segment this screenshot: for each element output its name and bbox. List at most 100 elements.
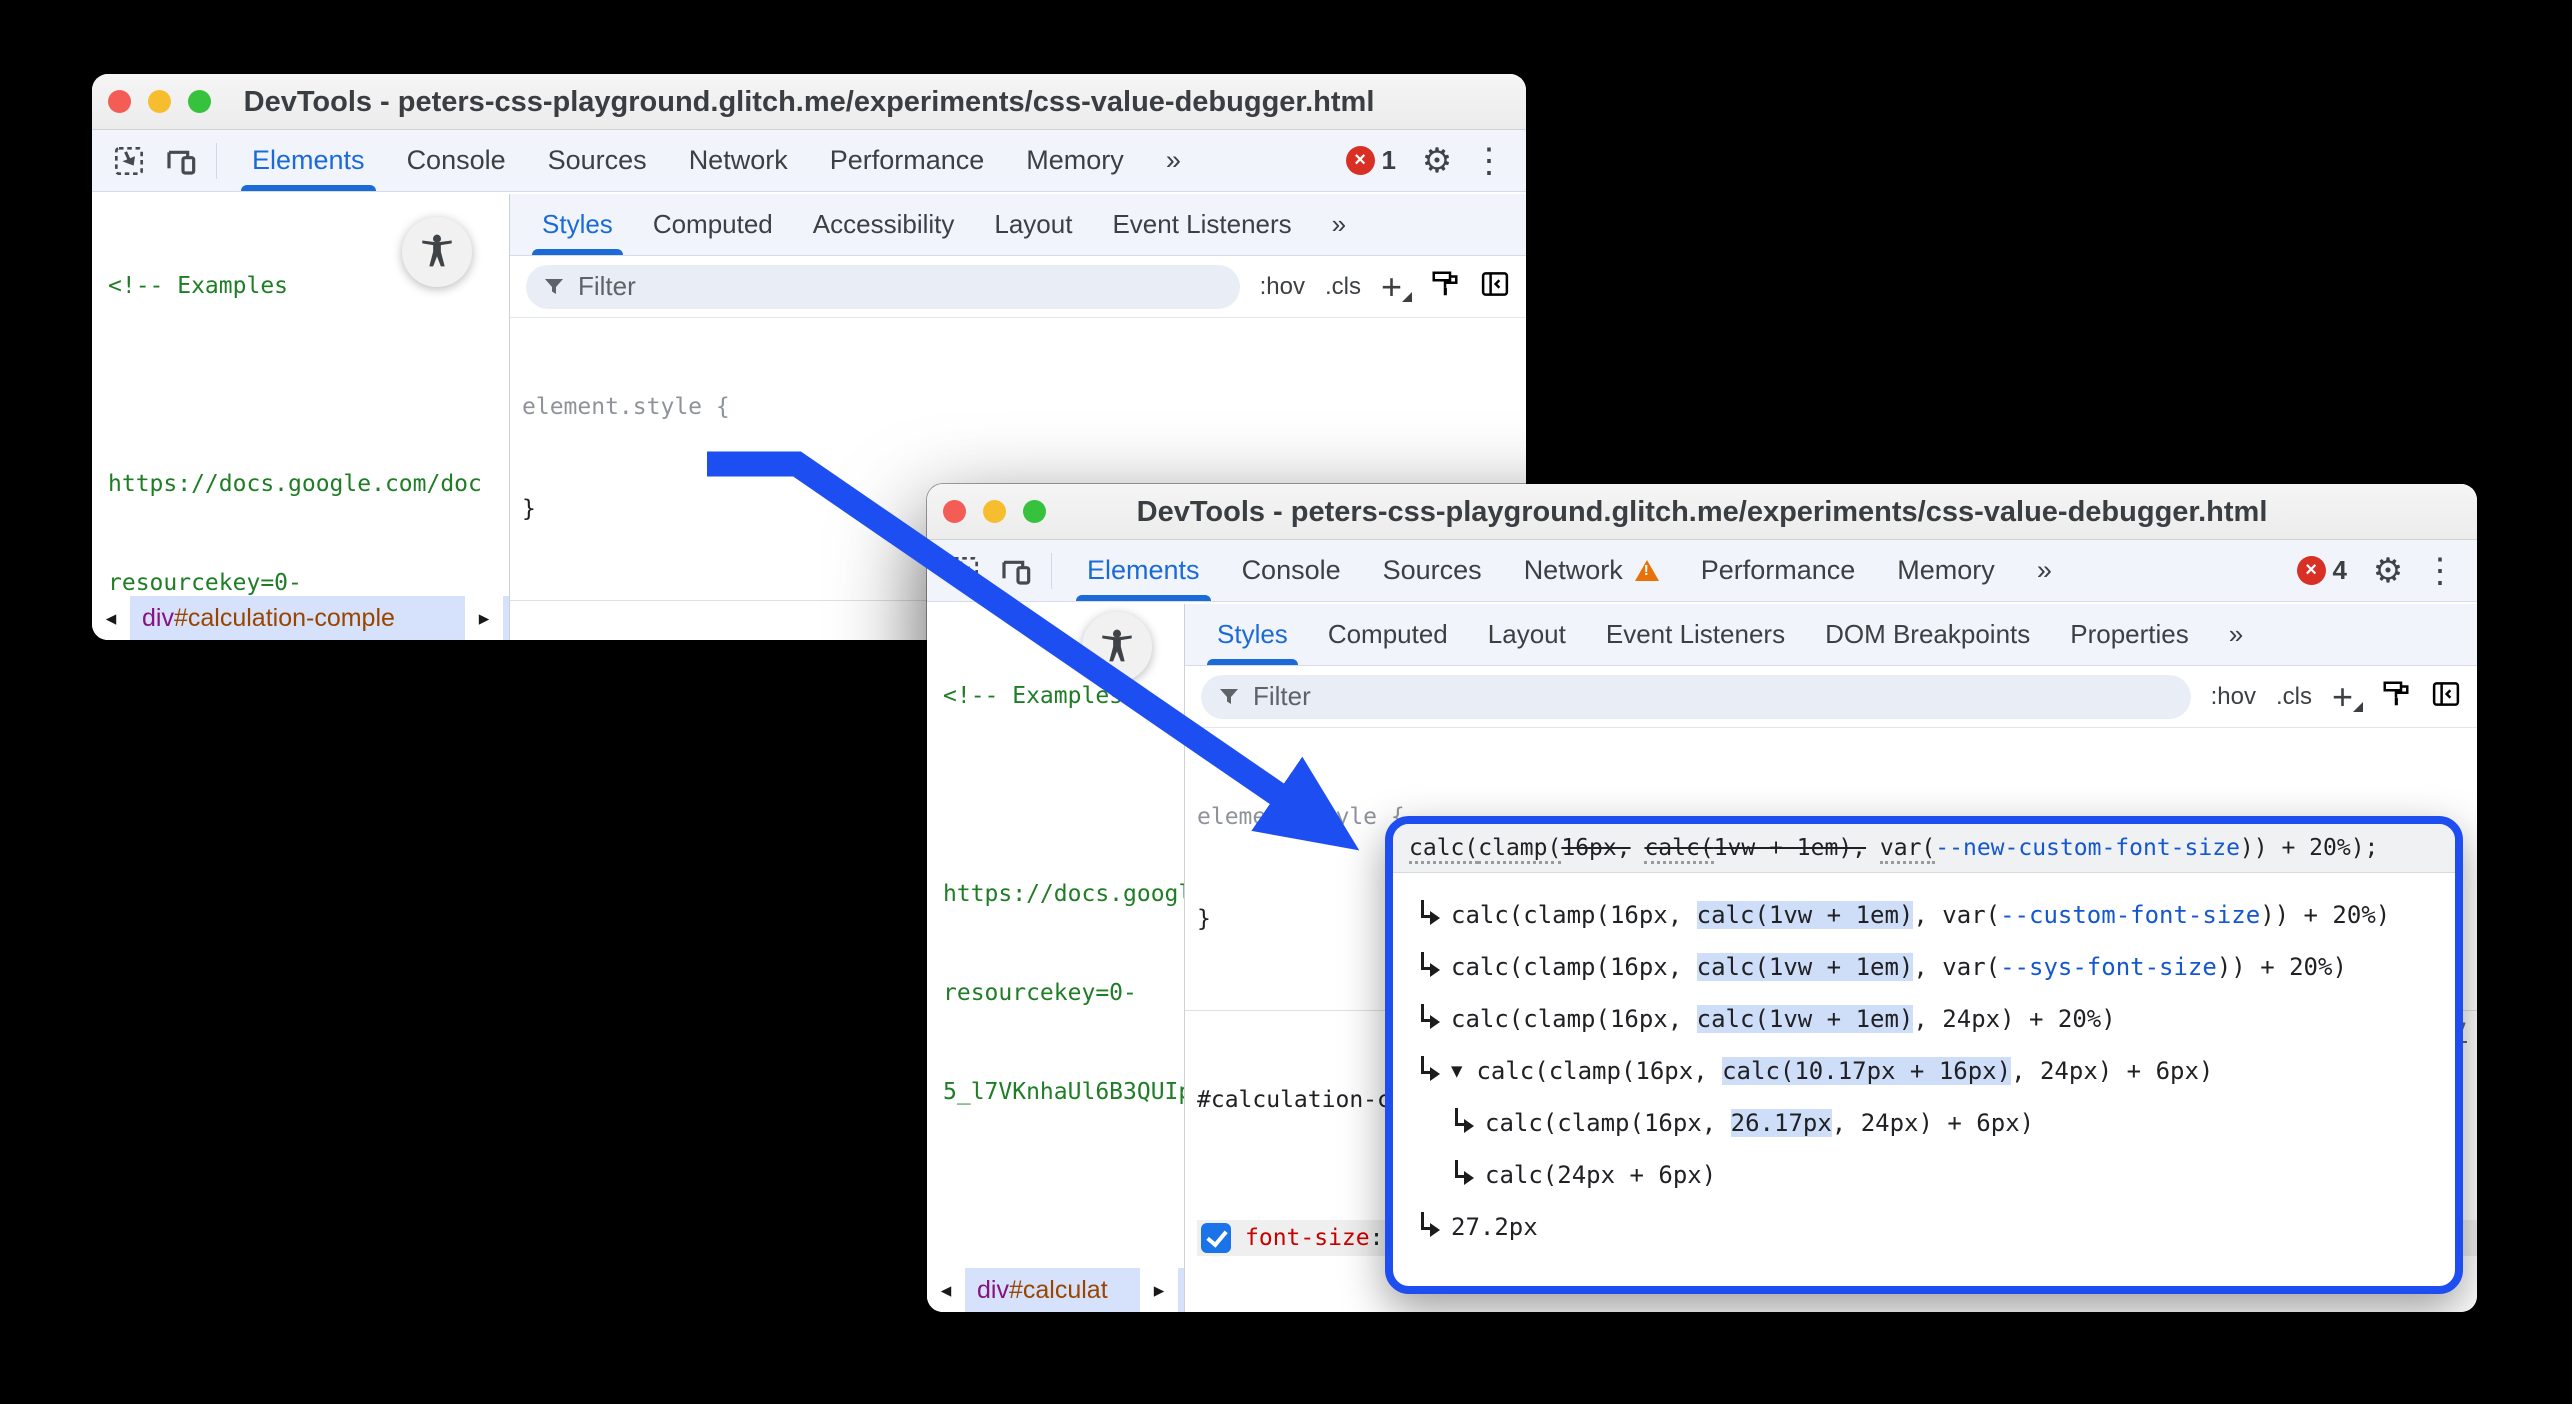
styles-filter-input[interactable]: Filter (526, 265, 1240, 309)
tab-computed[interactable]: Computed (633, 194, 793, 255)
error-count: 4 (2333, 555, 2347, 586)
dom-line[interactable]: 5_l7VKnhaUl6B3QUIpTR6g&tab= (943, 1076, 1184, 1109)
tab-sources[interactable]: Sources (527, 130, 668, 191)
toggle-hover-state-button[interactable]: :hov (1260, 273, 1305, 301)
accessibility-icon (1082, 612, 1152, 682)
more-tabs-button[interactable]: » (2016, 540, 2073, 601)
tab-computed[interactable]: Computed (1308, 604, 1468, 665)
tab-properties[interactable]: Properties (2050, 604, 2209, 665)
dom-line (108, 369, 509, 402)
window-title: DevTools - peters-css-playground.glitch.… (92, 74, 1526, 129)
toggle-class-button[interactable]: .cls (2276, 683, 2312, 711)
substitution-arrow-icon (1421, 1056, 1435, 1074)
accessibility-icon (402, 217, 472, 287)
dom-line (943, 1175, 1184, 1208)
rendering-emulation-icon[interactable] (1430, 269, 1460, 304)
kebab-menu-icon[interactable]: ⋮ (2419, 551, 2461, 591)
substitution-arrow-icon (1421, 952, 1435, 970)
dom-tree-pane: <!-- Examples https://docs.google.com/do… (927, 604, 1185, 1312)
tab-dom-breakpoints[interactable]: DOM Breakpoints (1805, 604, 2050, 665)
toolbar-divider (1051, 553, 1052, 589)
tab-console[interactable]: Console (1221, 540, 1362, 601)
tab-event-listeners[interactable]: Event Listeners (1092, 194, 1311, 255)
titlebar: DevTools - peters-css-playground.glitch.… (92, 74, 1526, 130)
breadcrumb-prev-icon[interactable]: ◂ (92, 596, 130, 640)
breadcrumb[interactable]: div#calculat (977, 1276, 1108, 1305)
trace-step[interactable]: calc(clamp(16px, 26.17px, 24px) + 6px) (1421, 1097, 2455, 1149)
error-badge[interactable]: × 4 (2297, 555, 2347, 586)
rendering-emulation-icon[interactable] (2381, 679, 2411, 714)
dom-line[interactable]: https://docs.google.com/doc (108, 468, 509, 501)
new-style-rule-button[interactable]: + (1381, 269, 1410, 305)
css-value-trace-popup: calc(clamp(16px, calc(1vw + 1em), var(--… (1385, 816, 2463, 1294)
tab-accessibility[interactable]: Accessibility (793, 194, 975, 255)
evaluation-trace-list: calc(clamp(16px, calc(1vw + 1em), var(--… (1393, 873, 2455, 1253)
trace-step[interactable]: calc(24px + 6px) (1421, 1149, 2455, 1201)
device-toolbar-icon[interactable] (995, 550, 1037, 592)
trace-step[interactable]: calc(clamp(16px, calc(1vw + 1em), 24px) … (1421, 993, 2455, 1045)
tab-elements[interactable]: Elements (231, 130, 386, 191)
tab-layout[interactable]: Layout (974, 194, 1092, 255)
sidebar-toggle-icon[interactable] (2431, 679, 2461, 714)
trace-step-expandable[interactable]: ▼calc(clamp(16px, calc(10.17px + 16px), … (1421, 1045, 2455, 1097)
breadcrumb-next-icon[interactable]: ▸ (1140, 1268, 1178, 1312)
trace-step[interactable]: calc(clamp(16px, calc(1vw + 1em), var(--… (1421, 941, 2455, 993)
styles-filter-input[interactable]: Filter (1201, 675, 2191, 719)
tab-layout[interactable]: Layout (1468, 604, 1586, 665)
tab-network[interactable]: Network (1503, 540, 1680, 601)
css-value-input[interactable]: calc(clamp(16px, calc(1vw + 1em), var(--… (1393, 824, 2455, 873)
breadcrumb[interactable]: div#calculation-comple (142, 604, 395, 633)
toggle-class-button[interactable]: .cls (1325, 273, 1361, 301)
trace-result[interactable]: 27.2px (1421, 1201, 2455, 1253)
substitution-arrow-icon (1421, 1212, 1435, 1230)
tab-memory[interactable]: Memory (1876, 540, 2016, 601)
dom-line (943, 779, 1184, 812)
dom-line[interactable]: https://docs.google.com/doc (943, 878, 1184, 911)
kebab-menu-icon[interactable]: ⋮ (1468, 141, 1510, 181)
dom-line[interactable]: <!-- Examples (943, 680, 1184, 713)
window-title: DevTools - peters-css-playground.glitch.… (927, 484, 2477, 539)
tab-sources[interactable]: Sources (1362, 540, 1503, 601)
tab-console[interactable]: Console (386, 130, 527, 191)
screenshot-canvas: DevTools - peters-css-playground.glitch.… (0, 0, 2572, 1404)
settings-gear-icon[interactable]: ⚙ (2367, 551, 2409, 591)
devtools-toolbar: Elements Console Sources Network Perform… (92, 130, 1526, 192)
substitution-arrow-icon (1455, 1160, 1469, 1178)
tab-performance[interactable]: Performance (809, 130, 1006, 191)
tab-elements[interactable]: Elements (1066, 540, 1221, 601)
tab-memory[interactable]: Memory (1005, 130, 1145, 191)
panel-tabs: Elements Console Sources Network Perform… (1066, 540, 2073, 601)
sidebar-toggle-icon[interactable] (1480, 269, 1510, 304)
trace-step[interactable]: calc(clamp(16px, calc(1vw + 1em), var(--… (1421, 889, 2455, 941)
settings-gear-icon[interactable]: ⚙ (1416, 141, 1458, 181)
filter-funnel-icon (1217, 685, 1241, 709)
error-badge[interactable]: × 1 (1346, 145, 1396, 176)
warning-icon (1635, 560, 1659, 581)
error-icon: × (2297, 556, 2326, 585)
more-tabs-button[interactable]: » (1145, 130, 1202, 191)
tab-event-listeners[interactable]: Event Listeners (1586, 604, 1805, 665)
styles-filter-row: Filter :hov .cls + (510, 256, 1526, 318)
tab-network[interactable]: Network (668, 130, 809, 191)
more-tabs-button[interactable]: » (2209, 604, 2263, 665)
tab-styles[interactable]: Styles (1197, 604, 1308, 665)
tab-performance[interactable]: Performance (1680, 540, 1877, 601)
expander-icon[interactable]: ▼ (1451, 1060, 1462, 1082)
toolbar-divider (216, 143, 217, 179)
inspect-element-icon[interactable] (943, 550, 985, 592)
tab-styles[interactable]: Styles (522, 194, 633, 255)
declaration-checkbox-checked[interactable] (1201, 1223, 1231, 1253)
inspect-element-icon[interactable] (108, 140, 150, 182)
devtools-toolbar: Elements Console Sources Network Perform… (927, 540, 2477, 602)
dom-line[interactable]: resourcekey=0- (943, 977, 1184, 1010)
toggle-hover-state-button[interactable]: :hov (2211, 683, 2256, 711)
breadcrumb-next-icon[interactable]: ▸ (465, 596, 503, 640)
breadcrumb-prev-icon[interactable]: ◂ (927, 1268, 965, 1312)
sidebar-tabs: Styles Computed Accessibility Layout Eve… (510, 194, 1526, 256)
new-style-rule-button[interactable]: + (2332, 679, 2361, 715)
styles-filter-row: Filter :hov .cls + (1185, 666, 2477, 728)
sidebar-tabs: Styles Computed Layout Event Listeners D… (1185, 604, 2477, 666)
filter-funnel-icon (542, 275, 566, 299)
device-toolbar-icon[interactable] (160, 140, 202, 182)
more-tabs-button[interactable]: » (1312, 194, 1366, 255)
